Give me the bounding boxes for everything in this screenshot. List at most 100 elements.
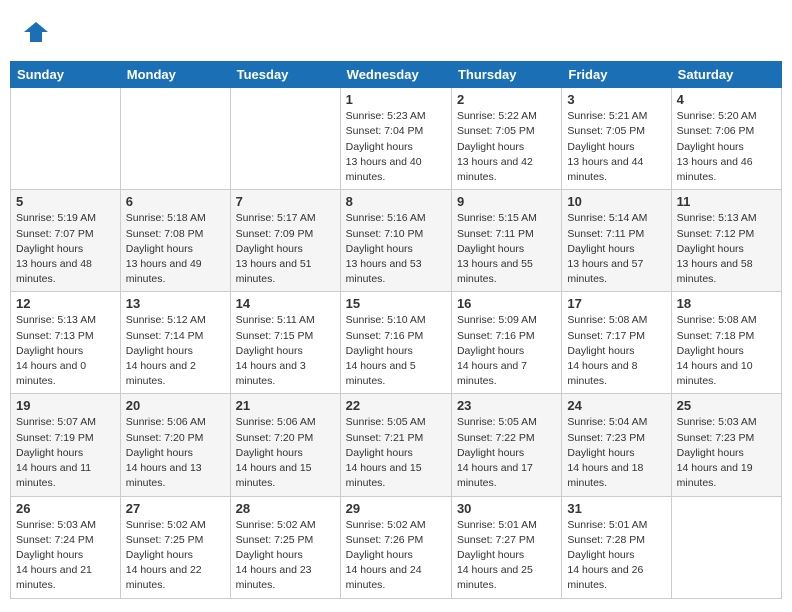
calendar-table: SundayMondayTuesdayWednesdayThursdayFrid…: [10, 61, 782, 598]
weekday-header-saturday: Saturday: [671, 62, 781, 88]
calendar-cell: 29Sunrise: 5:02 AMSunset: 7:26 PMDayligh…: [340, 496, 451, 598]
day-info: Sunrise: 5:17 AMSunset: 7:09 PMDaylight …: [236, 211, 335, 287]
weekday-header-sunday: Sunday: [11, 62, 121, 88]
calendar-week-2: 5 Sunrise: 5:19 AMSunset: 7:07 PMDaylight…: [11, 190, 782, 292]
day-info: Sunrise: 5:09 AMSunset: 7:16 PMDaylight …: [457, 313, 556, 389]
day-number: 5: [16, 194, 115, 209]
logo-icon: [22, 18, 50, 46]
day-info: Sunrise: 5:21 AMSunset: 7:05 PMDaylight …: [567, 109, 665, 185]
day-info: Sunrise: 5:10 AMSunset: 7:16 PMDaylight …: [346, 313, 446, 389]
day-number: 11: [677, 194, 776, 209]
day-number: 27: [126, 501, 225, 516]
day-number: 14: [236, 296, 335, 311]
day-info: Sunrise: 5:20 AMSunset: 7:06 PMDaylight …: [677, 109, 776, 185]
weekday-header-row: SundayMondayTuesdayWednesdayThursdayFrid…: [11, 62, 782, 88]
day-number: 9: [457, 194, 556, 209]
calendar-cell: 27 Sunrise: 5:02 AMSunset: 7:25 PMDayligh…: [120, 496, 230, 598]
calendar-cell: [671, 496, 781, 598]
day-info: Sunrise: 5:12 AMSunset: 7:14 PMDaylight …: [126, 313, 225, 389]
day-number: 13: [126, 296, 225, 311]
day-info: Sunrise: 5:01 AMSunset: 7:27 PMDaylight …: [457, 518, 556, 594]
day-info: Sunrise: 5:13 AMSunset: 7:13 PMDaylight …: [16, 313, 115, 389]
calendar-cell: 13 Sunrise: 5:12 AMSunset: 7:14 PMDayligh…: [120, 292, 230, 394]
day-number: 6: [126, 194, 225, 209]
calendar-cell: 10 Sunrise: 5:14 AMSunset: 7:11 PMDayligh…: [562, 190, 671, 292]
calendar-cell: 2 Sunrise: 5:22 AMSunset: 7:05 PMDaylight…: [451, 88, 561, 190]
day-number: 21: [236, 398, 335, 413]
day-number: 26: [16, 501, 115, 516]
day-info: Sunrise: 5:02 AMSunset: 7:25 PMDaylight …: [126, 518, 225, 594]
day-number: 28: [236, 501, 335, 516]
day-number: 18: [677, 296, 776, 311]
day-info: Sunrise: 5:07 AMSunset: 7:19 PMDaylight …: [16, 415, 115, 491]
calendar-cell: 22 Sunrise: 5:05 AMSunset: 7:21 PMDayligh…: [340, 394, 451, 496]
calendar-cell: 11 Sunrise: 5:13 AMSunset: 7:12 PMDayligh…: [671, 190, 781, 292]
day-info: Sunrise: 5:16 AMSunset: 7:10 PMDaylight …: [346, 211, 446, 287]
day-info: Sunrise: 5:15 AMSunset: 7:11 PMDaylight …: [457, 211, 556, 287]
weekday-header-friday: Friday: [562, 62, 671, 88]
day-info: Sunrise: 5:06 AMSunset: 7:20 PMDaylight …: [236, 415, 335, 491]
day-info: Sunrise: 5:23 AMSunset: 7:04 PMDaylight …: [346, 109, 446, 185]
day-info: Sunrise: 5:02 AMSunset: 7:25 PMDaylight …: [236, 518, 335, 594]
day-info: Sunrise: 5:05 AMSunset: 7:21 PMDaylight …: [346, 415, 446, 491]
calendar-cell: [230, 88, 340, 190]
calendar-cell: 6Sunrise: 5:18 AMSunset: 7:08 PMDaylight…: [120, 190, 230, 292]
weekday-header-wednesday: Wednesday: [340, 62, 451, 88]
day-number: 20: [126, 398, 225, 413]
day-info: Sunrise: 5:04 AMSunset: 7:23 PMDaylight …: [567, 415, 665, 491]
day-number: 8: [346, 194, 446, 209]
calendar-cell: 23 Sunrise: 5:05 AMSunset: 7:22 PMDayligh…: [451, 394, 561, 496]
day-number: 17: [567, 296, 665, 311]
day-info: Sunrise: 5:05 AMSunset: 7:22 PMDaylight …: [457, 415, 556, 491]
day-number: 19: [16, 398, 115, 413]
day-number: 12: [16, 296, 115, 311]
day-info: Sunrise: 5:03 AMSunset: 7:24 PMDaylight …: [16, 518, 115, 594]
day-info: Sunrise: 5:13 AMSunset: 7:12 PMDaylight …: [677, 211, 776, 287]
day-info: Sunrise: 5:19 AMSunset: 7:07 PMDaylight …: [16, 211, 115, 287]
day-number: 2: [457, 92, 556, 107]
page-header: [10, 10, 782, 55]
calendar-cell: 4 Sunrise: 5:20 AMSunset: 7:06 PMDaylight…: [671, 88, 781, 190]
calendar-cell: 25Sunrise: 5:03 AMSunset: 7:23 PMDayligh…: [671, 394, 781, 496]
day-number: 31: [567, 501, 665, 516]
logo: [20, 18, 50, 51]
day-number: 30: [457, 501, 556, 516]
day-info: Sunrise: 5:08 AMSunset: 7:18 PMDaylight …: [677, 313, 776, 389]
day-number: 24: [567, 398, 665, 413]
day-info: Sunrise: 5:03 AMSunset: 7:23 PMDaylight …: [677, 415, 776, 491]
day-number: 22: [346, 398, 446, 413]
calendar-cell: 16 Sunrise: 5:09 AMSunset: 7:16 PMDayligh…: [451, 292, 561, 394]
calendar-cell: 30 Sunrise: 5:01 AMSunset: 7:27 PMDayligh…: [451, 496, 561, 598]
day-number: 16: [457, 296, 556, 311]
day-info: Sunrise: 5:11 AMSunset: 7:15 PMDaylight …: [236, 313, 335, 389]
calendar-cell: 9 Sunrise: 5:15 AMSunset: 7:11 PMDaylight…: [451, 190, 561, 292]
day-number: 15: [346, 296, 446, 311]
day-number: 4: [677, 92, 776, 107]
calendar-cell: 7 Sunrise: 5:17 AMSunset: 7:09 PMDaylight…: [230, 190, 340, 292]
calendar-cell: 8 Sunrise: 5:16 AMSunset: 7:10 PMDaylight…: [340, 190, 451, 292]
day-info: Sunrise: 5:22 AMSunset: 7:05 PMDaylight …: [457, 109, 556, 185]
day-number: 3: [567, 92, 665, 107]
calendar-cell: 26 Sunrise: 5:03 AMSunset: 7:24 PMDayligh…: [11, 496, 121, 598]
calendar-cell: [11, 88, 121, 190]
weekday-header-tuesday: Tuesday: [230, 62, 340, 88]
calendar-week-3: 12 Sunrise: 5:13 AMSunset: 7:13 PMDayligh…: [11, 292, 782, 394]
calendar-week-1: 1 Sunrise: 5:23 AMSunset: 7:04 PMDaylight…: [11, 88, 782, 190]
calendar-cell: 5 Sunrise: 5:19 AMSunset: 7:07 PMDaylight…: [11, 190, 121, 292]
day-number: 10: [567, 194, 665, 209]
day-number: 7: [236, 194, 335, 209]
day-info: Sunrise: 5:01 AMSunset: 7:28 PMDaylight …: [567, 518, 665, 594]
calendar-cell: 24 Sunrise: 5:04 AMSunset: 7:23 PMDayligh…: [562, 394, 671, 496]
day-info: Sunrise: 5:08 AMSunset: 7:17 PMDaylight …: [567, 313, 665, 389]
day-info: Sunrise: 5:14 AMSunset: 7:11 PMDaylight …: [567, 211, 665, 287]
calendar-cell: 17 Sunrise: 5:08 AMSunset: 7:17 PMDayligh…: [562, 292, 671, 394]
calendar-week-5: 26 Sunrise: 5:03 AMSunset: 7:24 PMDayligh…: [11, 496, 782, 598]
calendar-cell: 15 Sunrise: 5:10 AMSunset: 7:16 PMDayligh…: [340, 292, 451, 394]
day-number: 23: [457, 398, 556, 413]
calendar-cell: 31 Sunrise: 5:01 AMSunset: 7:28 PMDayligh…: [562, 496, 671, 598]
calendar-cell: 19 Sunrise: 5:07 AMSunset: 7:19 PMDayligh…: [11, 394, 121, 496]
calendar-cell: 21 Sunrise: 5:06 AMSunset: 7:20 PMDayligh…: [230, 394, 340, 496]
weekday-header-thursday: Thursday: [451, 62, 561, 88]
calendar-cell: 28 Sunrise: 5:02 AMSunset: 7:25 PMDayligh…: [230, 496, 340, 598]
day-number: 1: [346, 92, 446, 107]
